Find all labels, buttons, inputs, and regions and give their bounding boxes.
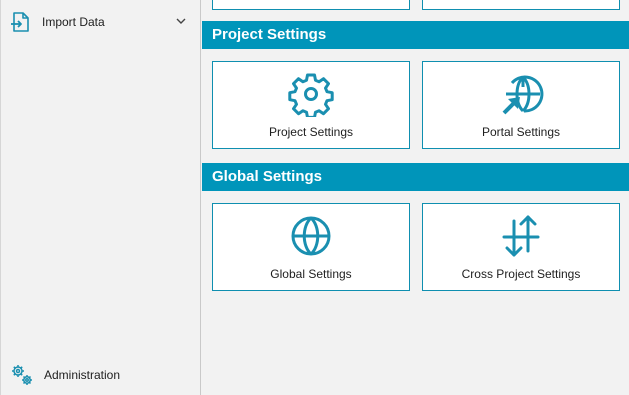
chevron-down-icon[interactable] [175,15,187,27]
tile-partial[interactable] [212,0,410,10]
tile-label: Global Settings [270,267,352,281]
tile-label: Cross Project Settings [461,267,581,281]
main-content: Project Settings Project Settings Portal… [202,0,629,395]
sort-arrows-icon [502,215,540,257]
cross-project-settings-tile[interactable]: Cross Project Settings [422,203,620,291]
globe-icon [291,216,331,256]
section-header-global-settings: Global Settings [202,163,629,191]
gears-icon [12,365,32,385]
sidebar-item-label: Administration [44,368,121,382]
sidebar-item-label: Import Data [42,15,105,29]
sidebar-item-import-data[interactable]: Import Data [9,10,193,34]
import-icon [11,12,29,32]
section-header-project-settings: Project Settings [202,21,629,49]
global-settings-tile[interactable]: Global Settings [212,203,410,291]
tile-label: Project Settings [268,125,354,139]
sidebar: Import Data Administration [0,0,201,395]
globe-arrow-icon [502,75,544,115]
sidebar-item-administration[interactable]: Administration [9,363,120,387]
tile-partial[interactable] [422,0,620,10]
project-settings-tile[interactable]: Project Settings [212,61,410,149]
tile-label: Portal Settings [481,125,561,139]
gear-icon [288,73,334,117]
portal-settings-tile[interactable]: Portal Settings [422,61,620,149]
